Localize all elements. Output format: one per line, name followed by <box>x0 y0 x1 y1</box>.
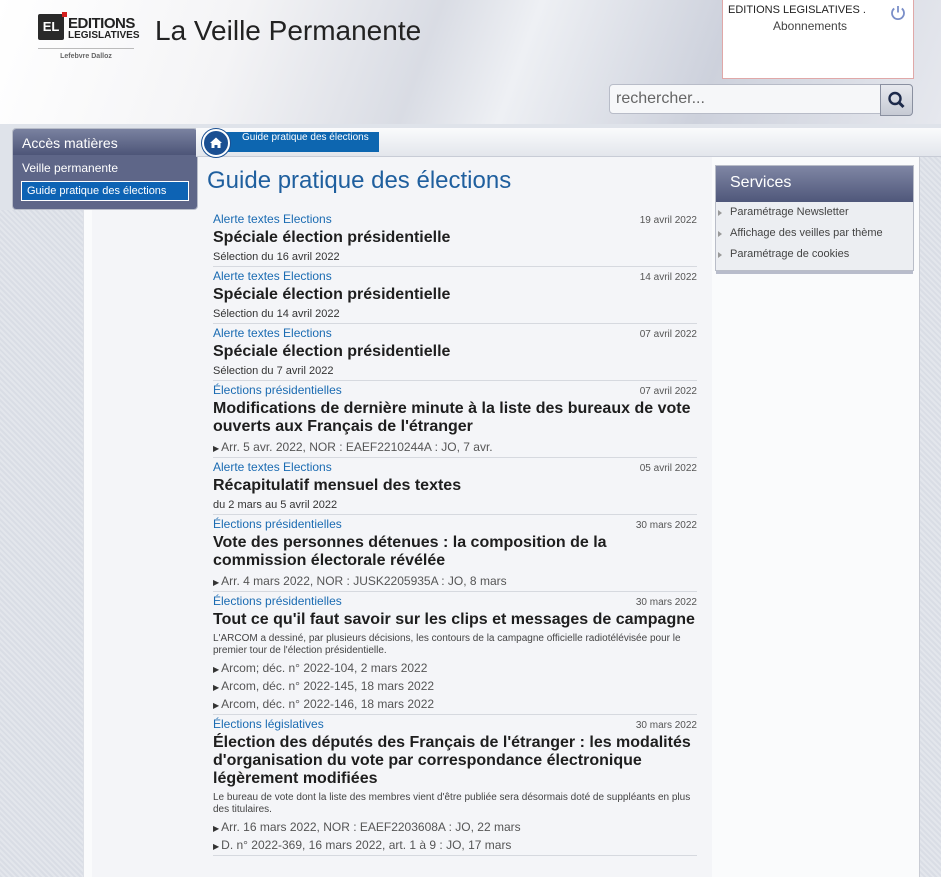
article-description: L'ARCOM a dessiné, par plusieurs décisio… <box>213 633 681 656</box>
article-description: Le bureau de vote dont la liste des memb… <box>213 792 691 815</box>
subject-access-title: Accès matières <box>13 129 197 155</box>
article-title[interactable]: Récapitulatif mensuel des textes <box>213 477 697 495</box>
logo-text-legislatives: LEGISLATIVES <box>68 30 140 41</box>
list-item: Élections présidentielles 30 mars 2022 T… <box>213 592 697 715</box>
article-reference-link[interactable]: ▶ Arr. 5 avr. 2022, NOR : EAEF2210244A : … <box>213 440 697 454</box>
search-button[interactable] <box>880 84 913 116</box>
bullet-icon <box>718 231 722 237</box>
article-title[interactable]: Spéciale élection présidentielle <box>213 229 697 247</box>
triangle-right-icon: ▶ <box>213 444 220 453</box>
triangle-right-icon: ▶ <box>213 665 220 674</box>
article-reference-link[interactable]: ▶ Arcom, déc. n° 2022-145, 18 mars 2022 <box>213 679 697 693</box>
article-title[interactable]: Tout ce qu'il faut savoir sur les clips … <box>213 611 697 629</box>
left-background <box>0 210 83 877</box>
article-category[interactable]: Alerte textes Elections <box>213 212 697 226</box>
triangle-right-icon: ▶ <box>213 824 220 833</box>
app-title: La Veille Permanente <box>155 15 422 46</box>
search-bar <box>609 84 913 116</box>
triangle-right-icon: ▶ <box>213 578 220 587</box>
triangle-right-icon: ▶ <box>213 842 220 851</box>
account-box: EDITIONS LEGISLATIVES . Abonnements <box>722 0 914 79</box>
services-panel: Services Paramétrage Newsletter Affichag… <box>715 165 914 274</box>
list-item: Élections présidentielles 30 mars 2022 V… <box>213 515 697 592</box>
article-category[interactable]: Alerte textes Elections <box>213 269 697 283</box>
article-category[interactable]: Élections présidentielles <box>213 594 697 608</box>
list-item: Alerte textes Elections 07 avril 2022 Sp… <box>213 324 697 381</box>
header: EL EDITIONS LEGISLATIVES Lefebvre Dalloz… <box>0 0 941 124</box>
article-reference-link[interactable]: ▶ Arr. 16 mars 2022, NOR : EAEF2203608A :… <box>213 820 697 834</box>
service-newsletter-settings[interactable]: Paramétrage Newsletter <box>716 202 913 223</box>
article-title[interactable]: Vote des personnes détenues : la composi… <box>213 534 697 570</box>
home-icon[interactable] <box>202 129 230 157</box>
article-title[interactable]: Spéciale élection présidentielle <box>213 343 697 361</box>
logo-mark: EL <box>38 12 67 40</box>
article-date: 07 avril 2022 <box>639 329 697 340</box>
article-reference-link[interactable]: ▶ D. n° 2022-369, 16 mars 2022, art. 1 à … <box>213 838 697 852</box>
article-reference-link[interactable]: ▶ Arr. 4 mars 2022, NOR : JUSK2205935A : … <box>213 574 697 588</box>
logo-divider <box>38 48 134 49</box>
article-date: 19 avril 2022 <box>639 215 697 226</box>
logo[interactable]: EL EDITIONS LEGISLATIVES Lefebvre Dalloz <box>38 12 140 64</box>
services-title: Services <box>716 166 913 202</box>
subscriptions-link[interactable]: Abonnements <box>773 19 847 33</box>
article-subtitle: du 2 mars au 5 avril 2022 <box>213 499 338 511</box>
list-item: Alerte textes Elections 14 avril 2022 Sp… <box>213 267 697 324</box>
article-category[interactable]: Élections présidentielles <box>213 517 697 531</box>
triangle-right-icon: ▶ <box>213 701 220 710</box>
search-icon <box>888 91 905 109</box>
article-list: Alerte textes Elections 19 avril 2022 Sp… <box>213 210 697 856</box>
article-category[interactable]: Alerte textes Elections <box>213 460 697 474</box>
page-title: Guide pratique des élections <box>207 167 512 194</box>
subject-access-panel: Accès matières Veille permanente Guide p… <box>12 128 198 210</box>
service-display-by-theme[interactable]: Affichage des veilles par thème <box>716 223 913 244</box>
triangle-right-icon: ▶ <box>213 683 220 692</box>
article-category[interactable]: Alerte textes Elections <box>213 326 697 340</box>
logo-text-lefebvre: Lefebvre Dalloz <box>60 53 112 60</box>
article-subtitle: Sélection du 7 avril 2022 <box>213 365 334 377</box>
bullet-icon <box>718 252 722 258</box>
service-cookie-settings[interactable]: Paramétrage de cookies <box>716 244 913 265</box>
article-reference-link[interactable]: ▶ Arcom, déc. n° 2022-146, 18 mars 2022 <box>213 697 697 711</box>
right-background <box>918 156 941 877</box>
article-date: 14 avril 2022 <box>639 272 697 283</box>
bullet-icon <box>718 210 722 216</box>
article-subtitle: Sélection du 16 avril 2022 <box>213 251 340 263</box>
account-org: EDITIONS LEGISLATIVES . <box>728 4 866 16</box>
power-icon[interactable] <box>889 4 907 22</box>
services-shadow <box>716 271 913 274</box>
article-date: 30 mars 2022 <box>635 520 697 531</box>
article-date: 05 avril 2022 <box>639 463 697 474</box>
article-title[interactable]: Modifications de dernière minute à la li… <box>213 400 697 436</box>
list-item: Alerte textes Elections 05 avril 2022 Ré… <box>213 458 697 515</box>
breadcrumb: Guide pratique des élections <box>196 128 941 157</box>
article-title[interactable]: Spéciale élection présidentielle <box>213 286 697 304</box>
sidebar-item-guide-elections[interactable]: Guide pratique des élections <box>21 181 189 201</box>
list-item: Alerte textes Elections 19 avril 2022 Sp… <box>213 210 697 267</box>
article-subtitle: Sélection du 14 avril 2022 <box>213 308 340 320</box>
breadcrumb-item[interactable]: Guide pratique des élections <box>222 132 379 152</box>
list-item: Élections législatives 30 mars 2022 Élec… <box>213 715 697 856</box>
breadcrumb-arrow <box>370 132 378 152</box>
article-date: 07 avril 2022 <box>639 386 697 397</box>
sidebar-item-veille-permanente[interactable]: Veille permanente <box>13 156 197 180</box>
article-reference-link[interactable]: ▶ Arcom; déc. n° 2022-104, 2 mars 2022 <box>213 661 697 675</box>
list-item: Élections présidentielles 07 avril 2022 … <box>213 381 697 458</box>
article-title[interactable]: Élection des députés des Français de l'é… <box>213 734 697 788</box>
article-category[interactable]: Élections législatives <box>213 717 697 731</box>
search-input[interactable] <box>609 84 885 114</box>
article-category[interactable]: Élections présidentielles <box>213 383 697 397</box>
article-date: 30 mars 2022 <box>635 597 697 608</box>
article-date: 30 mars 2022 <box>635 720 697 731</box>
